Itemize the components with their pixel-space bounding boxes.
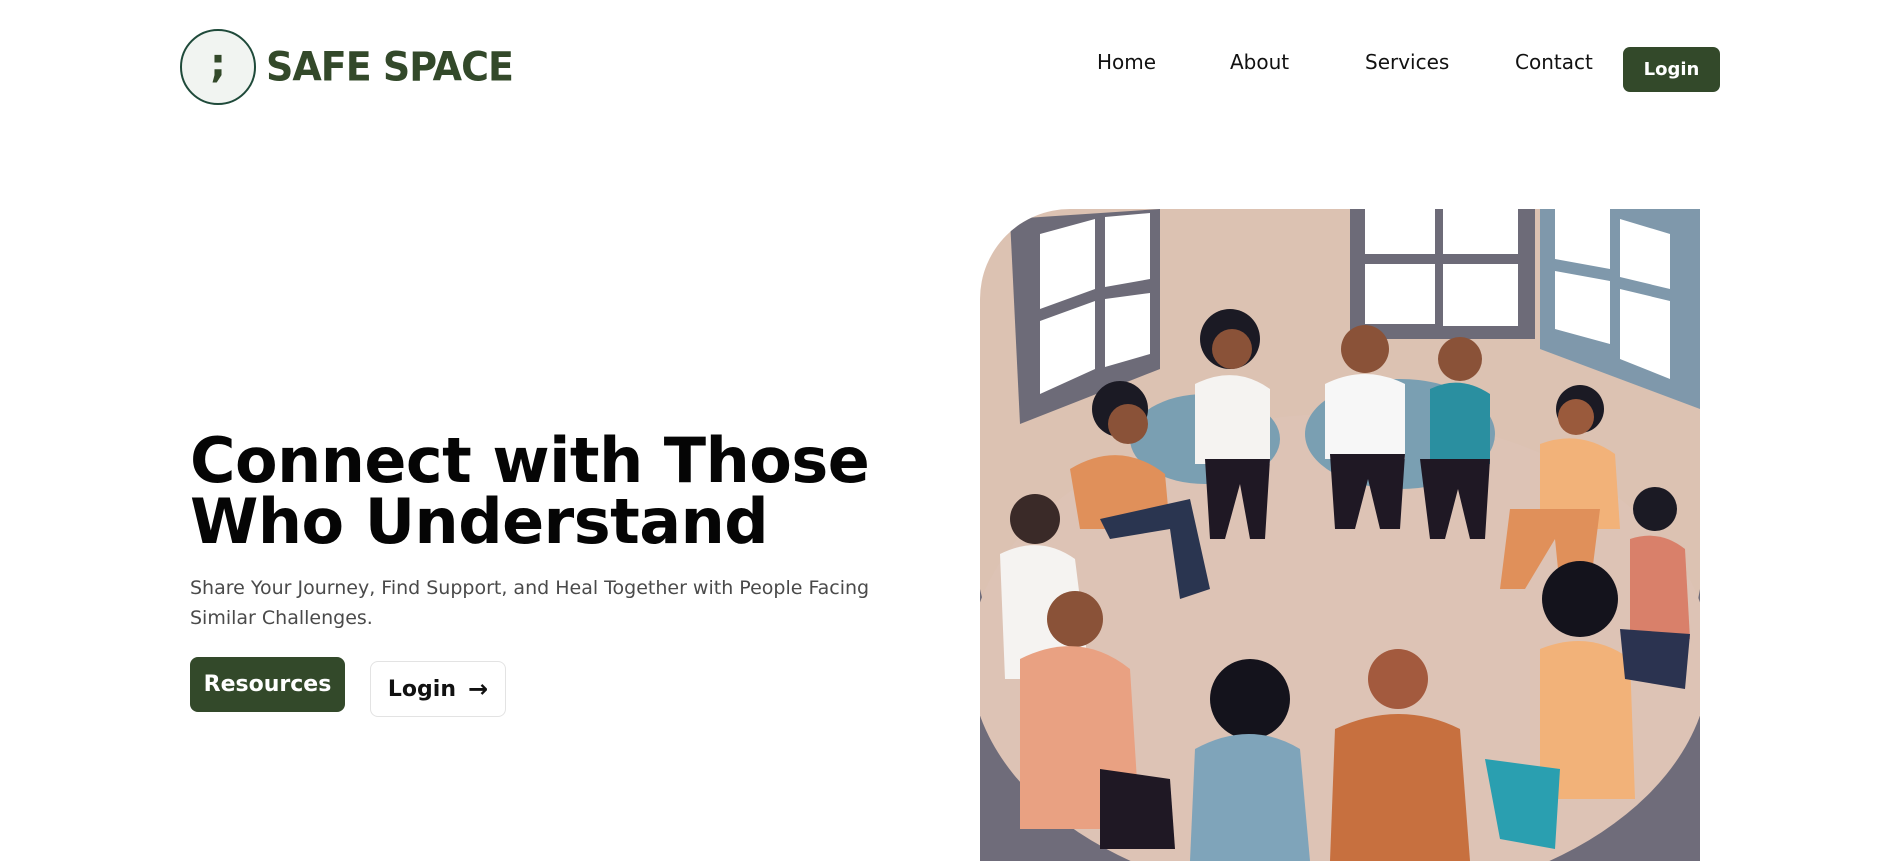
window-center-icon xyxy=(1350,209,1535,339)
nav-services[interactable]: Services xyxy=(1365,50,1449,74)
resources-button[interactable]: Resources xyxy=(190,657,345,712)
page: ; SAFE SPACE Home About Services Contact… xyxy=(0,0,1888,861)
main-nav: Home About Services Contact xyxy=(0,48,1888,78)
hero-title-line1: Connect with Those xyxy=(190,424,870,497)
hero-login-button[interactable]: Login → xyxy=(370,661,506,717)
hero-subtitle: Share Your Journey, Find Support, and He… xyxy=(190,577,870,629)
hero-title: Connect with Those Who Understand xyxy=(190,424,870,558)
nav-home[interactable]: Home xyxy=(1097,50,1156,74)
hero-login-label: Login xyxy=(387,676,456,702)
support-group-illustration xyxy=(980,209,1700,861)
hero-title-line2: Who Understand xyxy=(190,485,769,558)
arrow-right-icon: → xyxy=(467,675,489,703)
nav-about[interactable]: About xyxy=(1230,50,1289,74)
nav-contact[interactable]: Contact xyxy=(1515,50,1593,74)
header-login-button[interactable]: Login xyxy=(1623,47,1720,92)
